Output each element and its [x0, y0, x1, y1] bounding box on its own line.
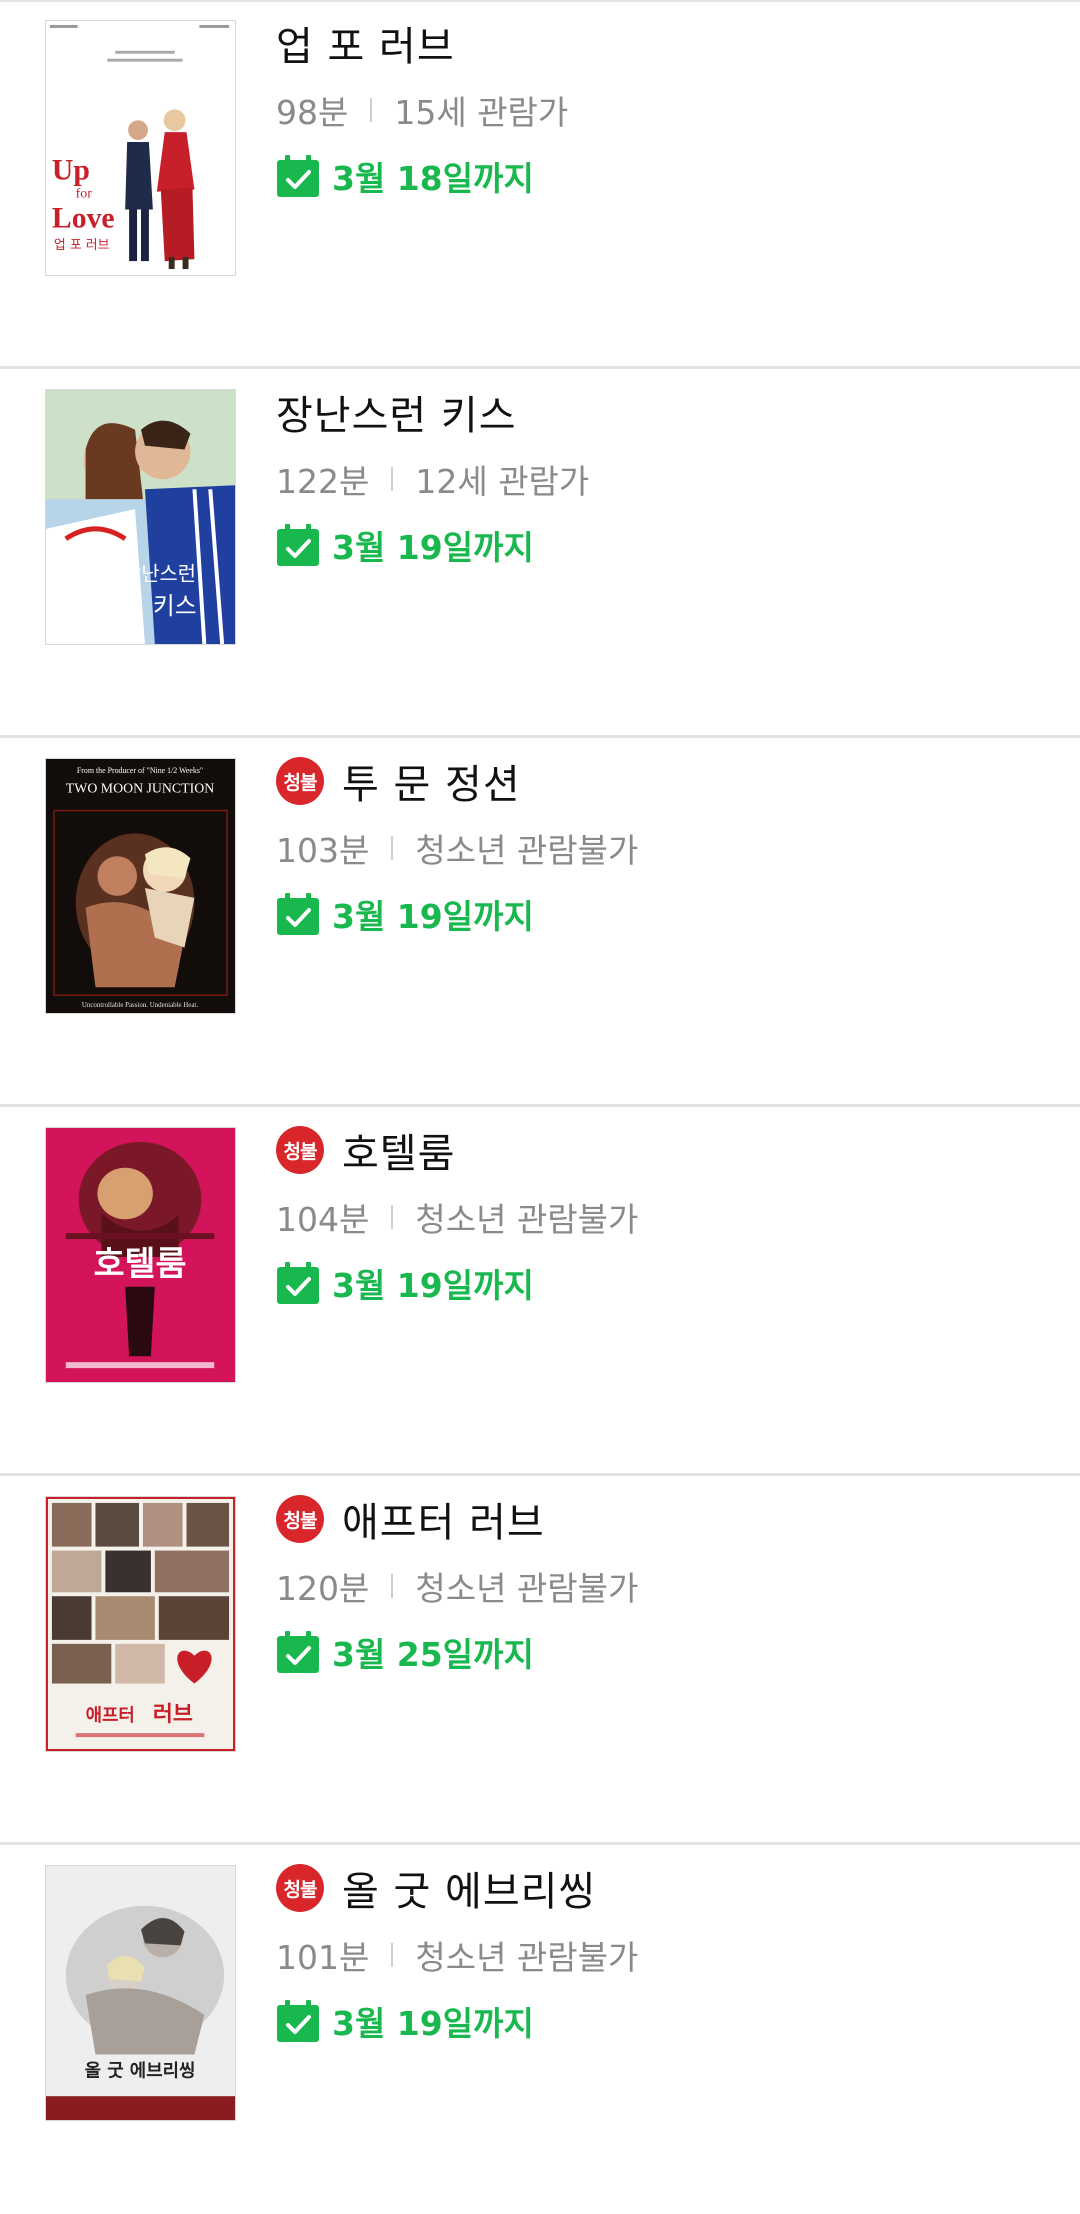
poster-text: 장난스런 [123, 562, 196, 585]
calendar-check-icon [276, 1630, 320, 1674]
poster-text: From the Producer of "Nine 1/2 Weeks" [77, 766, 203, 775]
age-rating: 청소년 관람불가 [415, 1938, 639, 1977]
poster-text: 러브 [153, 1702, 193, 1727]
movie-poster[interactable]: From the Producer of "Nine 1/2 Weeks" TW… [45, 758, 236, 1014]
screening-until: 3월 18일까지 [332, 159, 534, 198]
age-rating: 12세 관람가 [415, 462, 590, 501]
poster-text: 호텔룸 [94, 1244, 187, 1283]
runtime: 103분 [276, 831, 370, 870]
runtime: 101분 [276, 1938, 370, 1977]
meta-row: 122분 12세 관람가 [276, 453, 589, 505]
poster-text: Uncontrollable Passion. Undeniable Heat. [82, 1002, 198, 1009]
title-row: 장난스런 키스 [276, 383, 517, 441]
meta-row: 120분 청소년 관람불가 [276, 1560, 638, 1612]
adult-only-badge: 청불 [276, 1495, 324, 1543]
screening-until: 3월 19일까지 [332, 2004, 534, 2043]
meta-divider [391, 836, 394, 860]
screening-until: 3월 19일까지 [332, 1266, 534, 1305]
meta-divider [391, 467, 394, 491]
movie-title[interactable]: 투 문 정션 [342, 752, 521, 810]
movie-title[interactable]: 업 포 러브 [276, 14, 455, 72]
meta-divider [370, 98, 373, 122]
runtime: 122분 [276, 462, 370, 501]
meta-row: 101분 청소년 관람불가 [276, 1929, 638, 1981]
age-rating: 청소년 관람불가 [415, 831, 639, 870]
movie-title[interactable]: 호텔룸 [342, 1121, 455, 1179]
title-row: 청불 애프터 러브 [276, 1490, 545, 1548]
poster-text: 업 포 러브 [54, 238, 110, 253]
runtime: 104분 [276, 1200, 370, 1239]
title-row: 업 포 러브 [276, 14, 455, 72]
calendar-check-icon [276, 1999, 320, 2043]
movie-poster[interactable]: 애프터 러브 [45, 1496, 236, 1752]
adult-only-badge: 청불 [276, 757, 324, 805]
screening-until: 3월 25일까지 [332, 1635, 534, 1674]
age-rating: 청소년 관람불가 [415, 1200, 639, 1239]
adult-only-badge: 청불 [276, 1126, 324, 1174]
title-row: 청불 투 문 정션 [276, 752, 521, 810]
screening-until-row: 3월 18일까지 [276, 150, 534, 202]
movie-poster[interactable]: Up for Love 업 포 러브 [45, 20, 236, 276]
movie-title[interactable]: 애프터 러브 [342, 1490, 545, 1548]
movie-title[interactable]: 올 굿 에브리씽 [342, 1859, 596, 1917]
poster-text: TWO MOON JUNCTION [66, 782, 214, 797]
movie-item[interactable]: 애프터 러브 청불 애프터 러브 120분 청소년 관람불가 3월 25일까지 [0, 1476, 1080, 1845]
movie-item[interactable]: 올 굿 에브리씽 청불 올 굿 에브리씽 101분 청소년 관람불가 3월 19… [0, 1845, 1080, 2214]
screening-until-row: 3월 19일까지 [276, 888, 534, 940]
meta-divider [391, 1943, 394, 1967]
movie-poster[interactable]: 호텔룸 [45, 1127, 236, 1383]
runtime: 98분 [276, 93, 349, 132]
calendar-check-icon [276, 1261, 320, 1305]
screening-until: 3월 19일까지 [332, 528, 534, 567]
runtime: 120분 [276, 1569, 370, 1608]
meta-row: 103분 청소년 관람불가 [276, 822, 638, 874]
movie-item[interactable]: Up for Love 업 포 러브 업 포 러브 98분 15세 관람가 3월… [0, 0, 1080, 369]
meta-row: 104분 청소년 관람불가 [276, 1191, 638, 1243]
poster-text: 애프터 [86, 1705, 135, 1726]
screening-until-row: 3월 19일까지 [276, 1995, 534, 2047]
poster-text: Up [52, 155, 90, 187]
screening-until-row: 3월 19일까지 [276, 519, 534, 571]
age-rating: 청소년 관람불가 [415, 1569, 639, 1608]
title-row: 청불 올 굿 에브리씽 [276, 1859, 596, 1917]
title-row: 청불 호텔룸 [276, 1121, 455, 1179]
calendar-check-icon [276, 892, 320, 936]
screening-until: 3월 19일까지 [332, 897, 534, 936]
poster-text: 키스 [153, 592, 197, 620]
age-rating: 15세 관람가 [394, 93, 569, 132]
movie-item[interactable]: From the Producer of "Nine 1/2 Weeks" TW… [0, 738, 1080, 1107]
screening-until-row: 3월 19일까지 [276, 1257, 534, 1309]
meta-divider [391, 1574, 394, 1598]
movie-item[interactable]: 장난스런 키스 장난스런 키스 122분 12세 관람가 3월 19일까지 [0, 369, 1080, 738]
movie-poster[interactable]: 올 굿 에브리씽 [45, 1865, 236, 2121]
movie-item[interactable]: 호텔룸 청불 호텔룸 104분 청소년 관람불가 3월 19일까지 [0, 1107, 1080, 1476]
adult-only-badge: 청불 [276, 1864, 324, 1912]
meta-divider [391, 1205, 394, 1229]
screening-until-row: 3월 25일까지 [276, 1626, 534, 1678]
calendar-check-icon [276, 154, 320, 198]
poster-text: for [76, 187, 93, 202]
meta-row: 98분 15세 관람가 [276, 84, 568, 136]
calendar-check-icon [276, 523, 320, 567]
poster-text: Love [52, 202, 115, 234]
movie-poster[interactable]: 장난스런 키스 [45, 389, 236, 645]
poster-text: 올 굿 에브리씽 [85, 2060, 196, 2081]
movie-title[interactable]: 장난스런 키스 [276, 383, 517, 441]
